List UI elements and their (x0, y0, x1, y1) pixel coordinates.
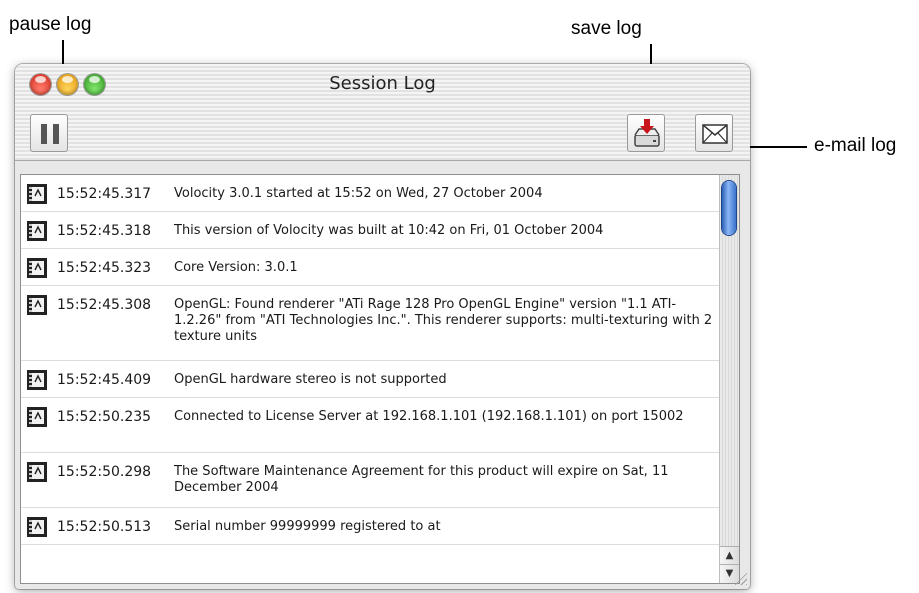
envelope-icon (702, 124, 728, 144)
log-time: 15:52:45.317 (57, 186, 152, 202)
log-message: Volocity 3.0.1 started at 15:52 on Wed, … (174, 186, 543, 201)
pause-icon (41, 124, 59, 144)
save-log-callout: save log (571, 18, 642, 39)
log-time: 15:52:45.323 (57, 260, 152, 276)
log-message: Core Version: 3.0.1 (174, 260, 298, 275)
log-entry-icon (27, 407, 47, 427)
log-message: Serial number 99999999 registered to at (174, 519, 441, 534)
log-entry[interactable]: 15:52:45.318 This version of Volocity wa… (21, 212, 721, 249)
pause-log-button[interactable] (30, 114, 68, 152)
log-list[interactable]: 15:52:45.317 Volocity 3.0.1 started at 1… (20, 174, 740, 584)
email-log-callout: e-mail log (814, 135, 897, 156)
log-message: OpenGL hardware stereo is not supported (174, 372, 447, 387)
log-entry-icon (27, 462, 47, 482)
log-entry-icon (27, 184, 47, 204)
log-message: Connected to License Server at 192.168.1… (174, 409, 684, 424)
log-entry-icon (27, 517, 47, 537)
save-log-icon (634, 119, 660, 147)
vertical-scrollbar[interactable]: ▲ ▼ (719, 175, 739, 583)
save-log-button[interactable] (627, 114, 665, 152)
session-log-window: Session Log 15:52:45.317 Volocity 3.0.1 … (15, 64, 750, 589)
pause-log-callout: pause log (9, 14, 92, 35)
log-entry-icon (27, 370, 47, 390)
log-entry[interactable]: 15:52:45.409 OpenGL hardware stereo is n… (21, 361, 721, 398)
log-entry[interactable]: 15:52:45.308 OpenGL: Found renderer "ATi… (21, 286, 721, 361)
toolbar (15, 108, 750, 161)
log-message: The Software Maintenance Agreement for t… (174, 464, 669, 495)
log-entry-icon (27, 258, 47, 278)
title-bar[interactable]: Session Log (15, 64, 750, 108)
log-entry[interactable]: 15:52:45.323 Core Version: 3.0.1 (21, 249, 721, 286)
log-time: 15:52:50.298 (57, 464, 152, 480)
scroll-thumb[interactable] (722, 181, 736, 235)
status-bar (15, 586, 750, 589)
scroll-up-arrow[interactable]: ▲ (720, 546, 739, 565)
log-entry[interactable]: 15:52:50.298 The Software Maintenance Ag… (21, 453, 721, 508)
log-time: 15:52:50.235 (57, 409, 152, 425)
log-entry[interactable]: 15:52:45.317 Volocity 3.0.1 started at 1… (21, 175, 721, 212)
window-title: Session Log (329, 73, 436, 94)
log-message: This version of Volocity was built at 10… (174, 223, 604, 238)
log-entry[interactable]: 15:52:50.513 Serial number 99999999 regi… (21, 508, 721, 545)
log-entry-icon (27, 221, 47, 241)
log-message: OpenGL: Found renderer "ATi Rage 128 Pro… (174, 297, 713, 344)
log-time: 15:52:45.409 (57, 372, 152, 388)
log-time: 15:52:45.318 (57, 223, 152, 239)
scroll-down-arrow[interactable]: ▼ (720, 564, 739, 583)
email-log-button[interactable] (695, 114, 733, 152)
log-entry-icon (27, 295, 47, 315)
log-time: 15:52:45.308 (57, 297, 152, 313)
log-time: 15:52:50.513 (57, 519, 152, 535)
log-entry[interactable]: 15:52:50.235 Connected to License Server… (21, 398, 721, 453)
